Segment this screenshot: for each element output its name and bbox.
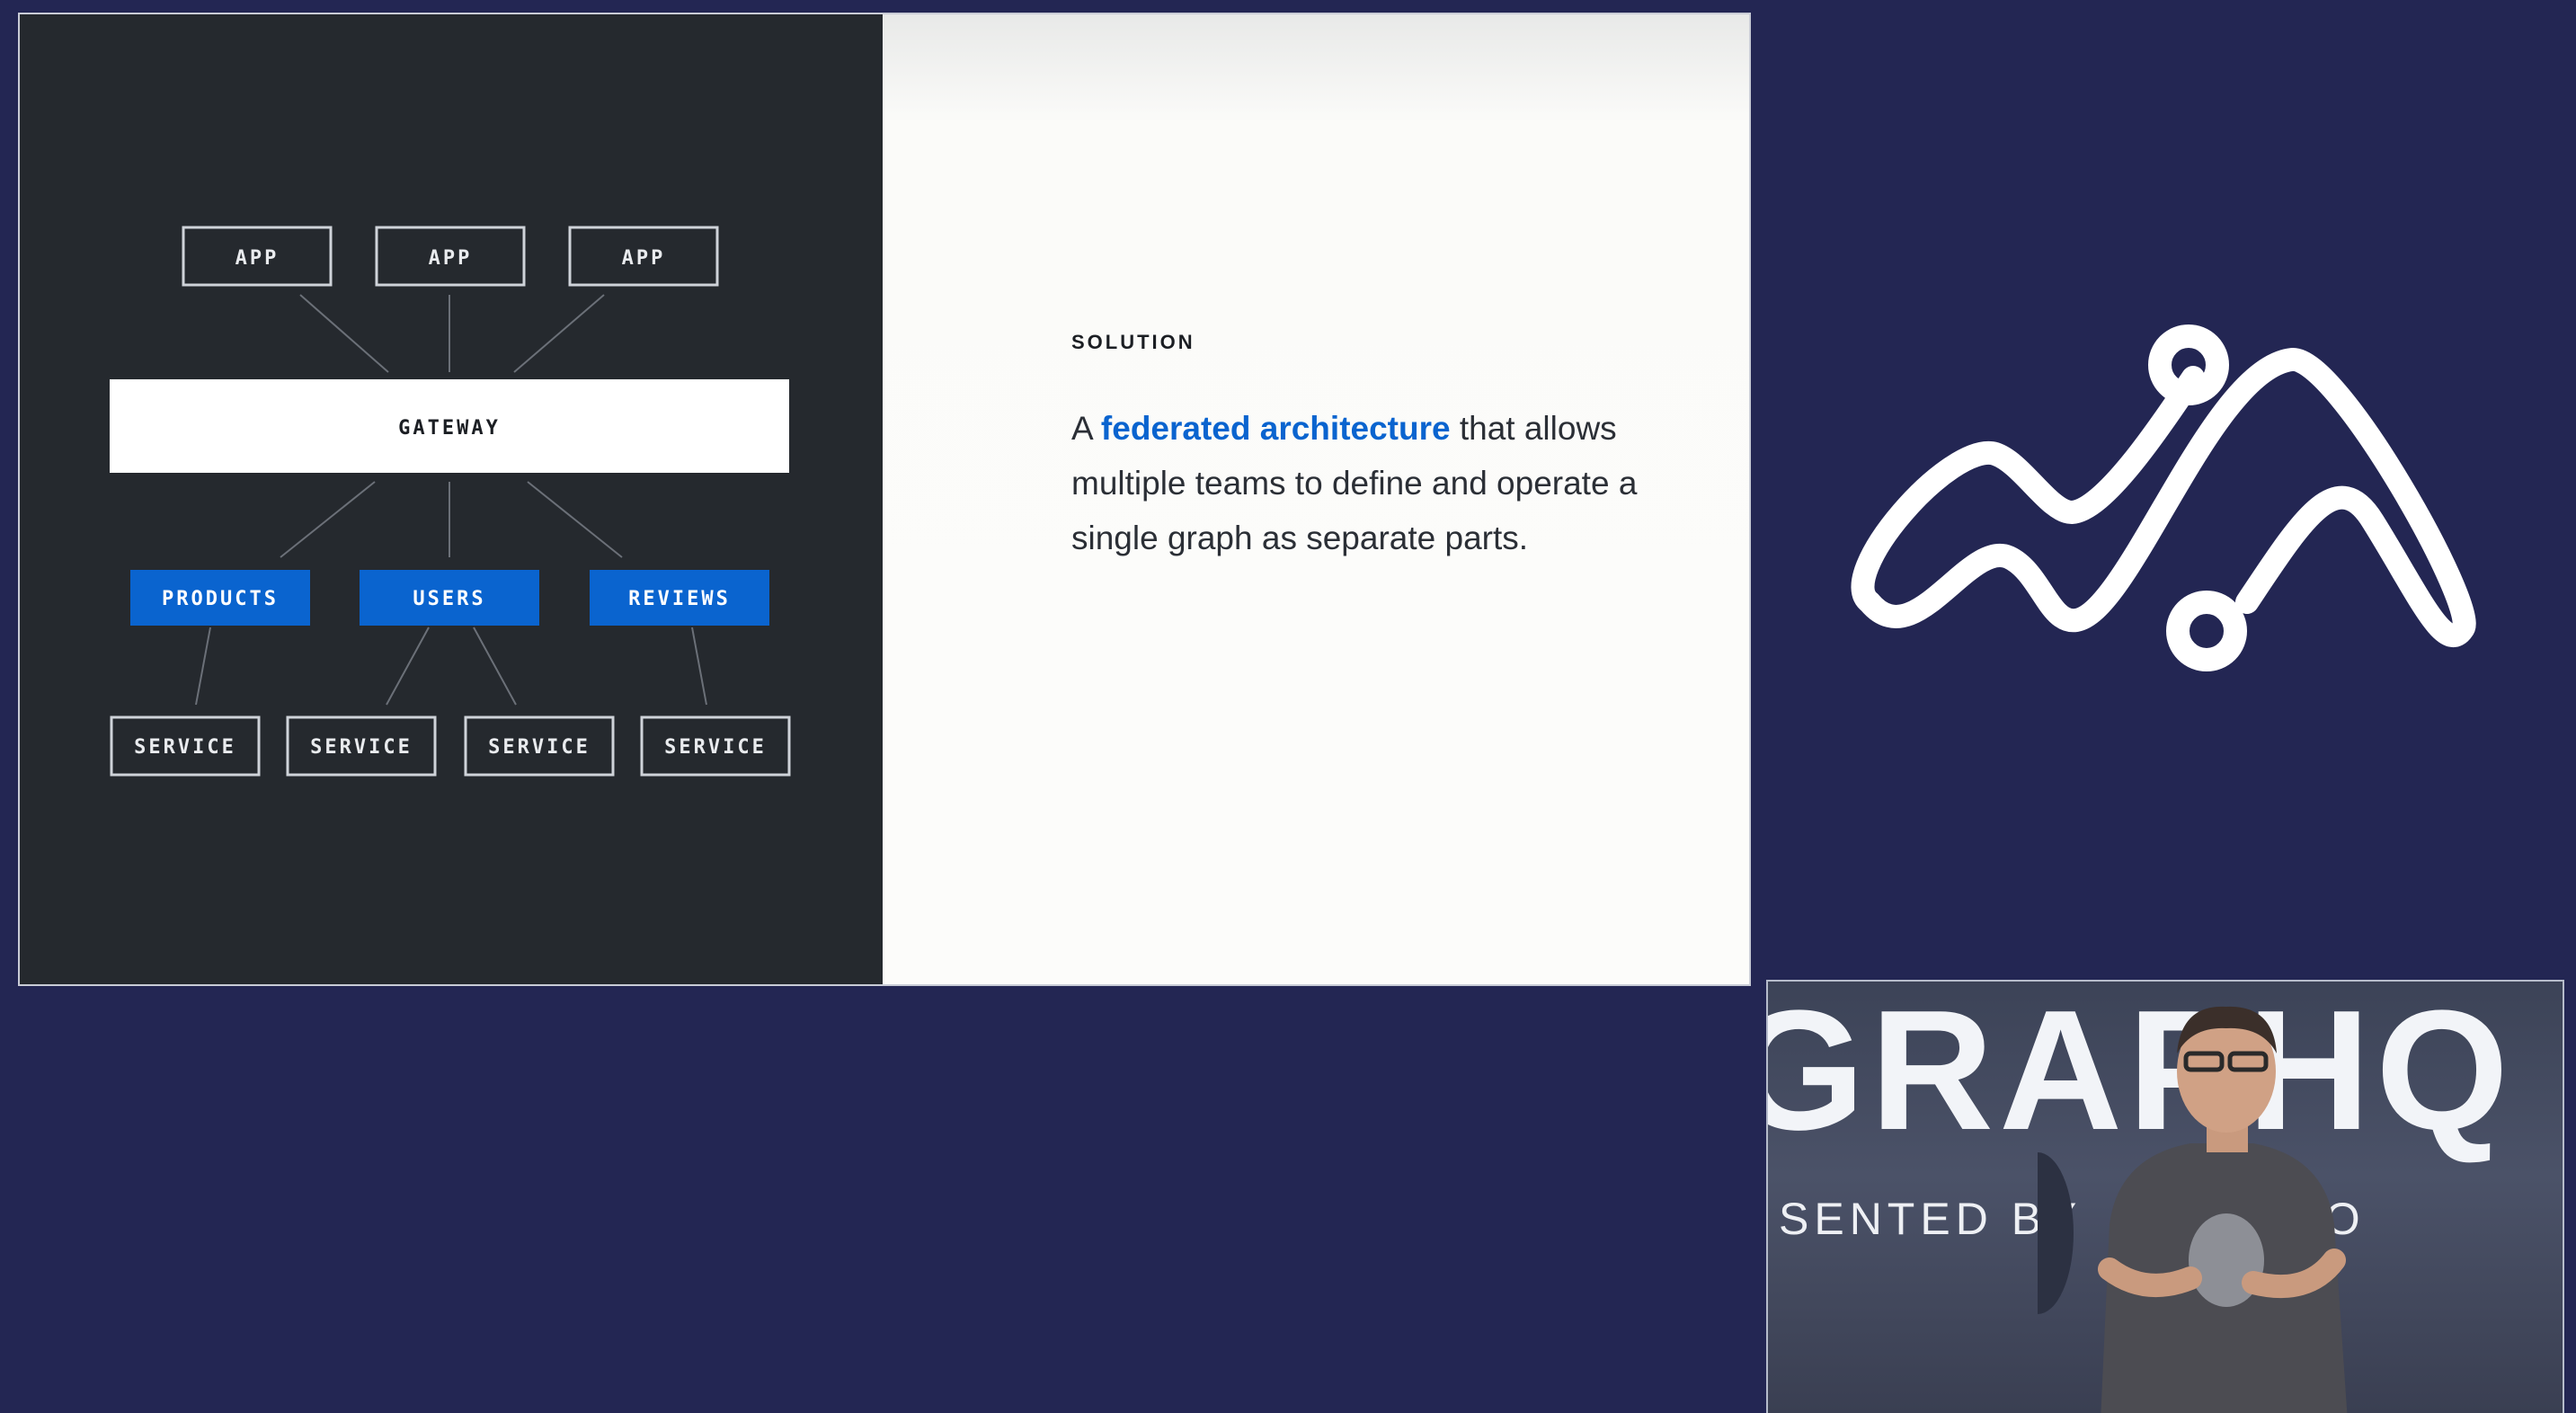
- banner-subtitle-left: SENTED BY: [1779, 1194, 2083, 1244]
- service-node: SERVICE: [286, 715, 437, 777]
- subgraph-node: REVIEWS: [590, 570, 769, 626]
- service-node: SERVICE: [110, 715, 261, 777]
- service-node: SERVICE: [640, 715, 791, 777]
- subgraph-label: PRODUCTS: [162, 588, 279, 610]
- subgraph-node: USERS: [360, 570, 539, 626]
- body-prefix: A: [1071, 410, 1101, 447]
- body-highlight: federated architecture: [1100, 410, 1451, 447]
- speaker-camera-feed: GRAPHQ SENTED BY LO: [1766, 980, 2564, 1413]
- solution-description: A federated architecture that allows mul…: [1071, 401, 1647, 565]
- app-label: APP: [235, 247, 280, 270]
- service-label: SERVICE: [310, 736, 413, 759]
- app-label: APP: [429, 247, 473, 270]
- solution-label: SOLUTION: [1071, 331, 1195, 353]
- subgraph-label: REVIEWS: [628, 588, 731, 610]
- app-node: APP: [182, 226, 333, 287]
- service-label: SERVICE: [488, 736, 591, 759]
- diagram-connectors: [195, 294, 707, 706]
- app-node: APP: [375, 226, 526, 287]
- gateway-node: GATEWAY: [110, 379, 789, 473]
- diagram-svg: APP APP APP GATEWAY PRODUCTS USERS REVIE…: [110, 226, 791, 777]
- architecture-diagram: APP APP APP GATEWAY PRODUCTS USERS REVIE…: [20, 14, 883, 984]
- speaker-figure: [2038, 1006, 2348, 1413]
- presentation-slide: APP APP APP GATEWAY PRODUCTS USERS REVIE…: [18, 13, 1751, 986]
- gateway-label: GATEWAY: [398, 417, 501, 440]
- app-label: APP: [622, 247, 666, 270]
- service-node: SERVICE: [464, 715, 615, 777]
- service-label: SERVICE: [664, 736, 767, 759]
- subgraph-label: USERS: [413, 588, 485, 610]
- graph-logo-icon: [1834, 306, 2517, 701]
- shadow-shape: [2038, 1152, 2074, 1314]
- service-label: SERVICE: [134, 736, 236, 759]
- slide-text-panel: SOLUTION A federated architecture that a…: [883, 14, 1749, 984]
- app-node: APP: [568, 226, 719, 287]
- subgraph-node: PRODUCTS: [130, 570, 310, 626]
